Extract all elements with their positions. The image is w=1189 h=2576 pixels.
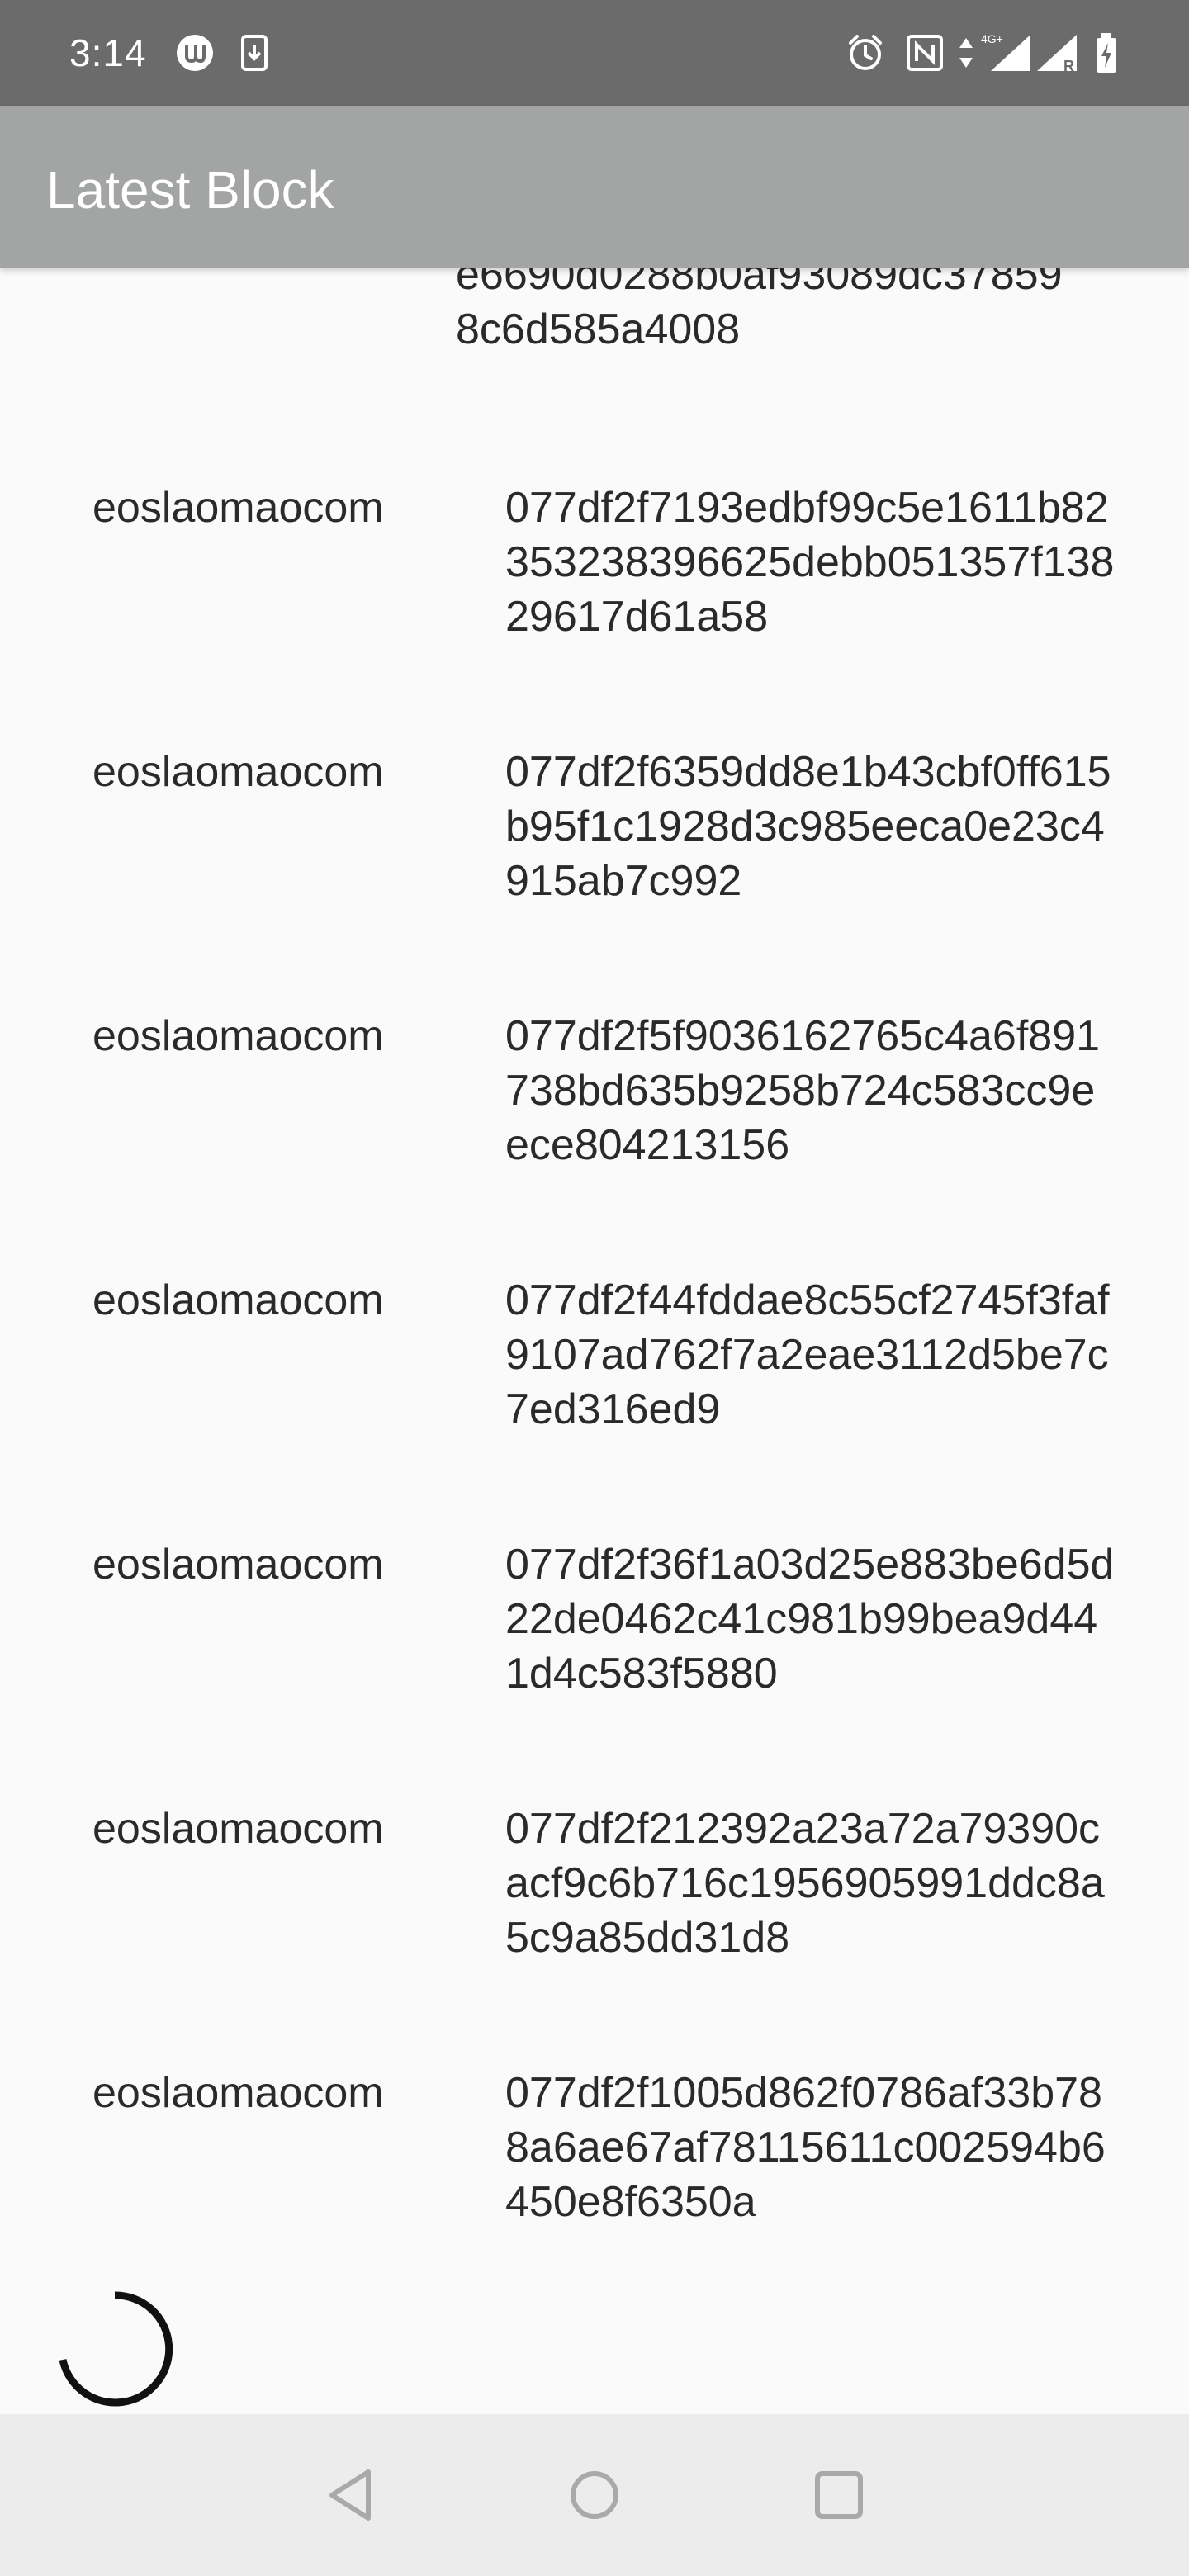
block-id: 077df2f5f9036162765c4a6f891738bd635b9258… xyxy=(505,1012,1101,1169)
battery-charging-icon xyxy=(1097,33,1116,73)
block-id: 077df2f212392a23a72a79390cacf9c6b716c195… xyxy=(505,1805,1105,1962)
signal-4g-icon: 4G+ xyxy=(981,32,1030,71)
block-id: 077df2f36f1a03d25e883be6d5d22de0462c41c9… xyxy=(505,1541,1115,1698)
block-id: 077df2f44fddae8c55cf2745f3faf9107ad762f7… xyxy=(505,1276,1110,1433)
block-producer: eoslaomaocom xyxy=(92,1276,384,1324)
block-id: 077df2f7193edbf99c5e1611b82353238396625d… xyxy=(505,484,1115,641)
block-producer: eoslaomaocom xyxy=(92,748,384,796)
back-icon[interactable] xyxy=(317,2460,386,2530)
signal-roaming-icon: R xyxy=(1037,35,1077,74)
block-producer: eoslaomaocom xyxy=(92,1012,384,1060)
navigation-bar xyxy=(0,2414,1189,2576)
app-notification-icon xyxy=(177,35,213,71)
data-arrows-icon xyxy=(959,38,973,68)
block-producer: eoslaomaocom xyxy=(92,1541,384,1589)
home-icon[interactable] xyxy=(560,2460,629,2530)
status-bar: 3:14 4G+ R xyxy=(0,0,1189,106)
loading-spinner-icon xyxy=(59,2291,173,2407)
alarm-icon xyxy=(849,35,882,70)
block-producer: eoslaomaocom xyxy=(92,2069,384,2117)
block-id: e6690d0288b0af93089dc378598c6d585a4008 xyxy=(456,268,1063,353)
block-producer: eoslaomaocom xyxy=(92,1805,384,1853)
download-icon xyxy=(241,35,268,71)
block-producer: eoslaomaocom xyxy=(92,484,384,532)
block-id: 077df2f1005d862f0786af33b788a6ae67af7811… xyxy=(505,2069,1106,2226)
block-list[interactable]: e6690d0288b0af93089dc378598c6d585a4008 e… xyxy=(0,268,1189,2414)
app-bar: Latest Block xyxy=(0,106,1189,268)
recents-icon[interactable] xyxy=(804,2460,874,2530)
block-id: 077df2f6359dd8e1b43cbf0ff615b95f1c1928d3… xyxy=(505,748,1111,905)
network-label: 4G+ xyxy=(981,32,1003,45)
status-time: 3:14 xyxy=(69,31,147,74)
nfc-icon xyxy=(907,35,943,71)
page-title: Latest Block xyxy=(46,160,334,220)
roaming-label: R xyxy=(1063,58,1074,74)
